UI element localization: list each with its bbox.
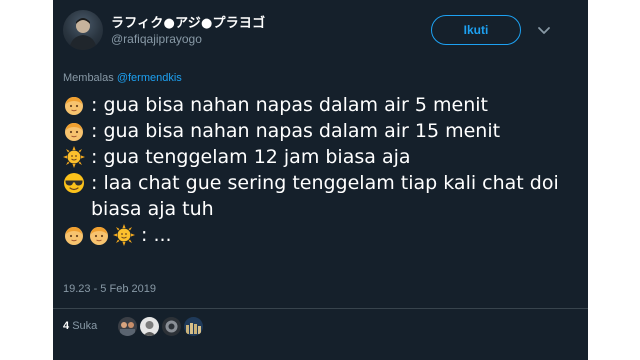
author-avatar[interactable] [63, 10, 103, 50]
follow-button-label: Ikuti [463, 23, 489, 37]
tweet-line: : gua bisa nahan napas dalam air 15 meni… [63, 118, 563, 144]
tweet-line: : gua tenggelam 12 jam biasa aja [63, 144, 563, 170]
smiling-face-with-sunglasses-icon [63, 172, 85, 194]
tweet-timestamp[interactable]: 19.23 - 5 Feb 2019 [63, 283, 156, 295]
likes-count[interactable]: 4 Suka [63, 320, 97, 332]
sun-with-face-icon [63, 146, 85, 168]
tweet-line: : gua bisa nahan napas dalam air 5 menit [63, 92, 563, 118]
tweet-line-text: : gua tenggelam 12 jam biasa aja [91, 146, 411, 168]
reply-prefix: Membalas [63, 72, 114, 84]
tweet-line-text: : laa chat gue sering tenggelam tiap kal… [91, 172, 559, 220]
tweet-line: : laa chat gue sering tenggelam tiap kal… [63, 170, 563, 222]
tweet-line-text: : gua bisa nahan napas dalam air 5 menit [91, 94, 488, 116]
chevron-down-icon[interactable] [537, 23, 551, 37]
liker-avatars [118, 317, 203, 336]
reply-context: Membalas @fermendkis [63, 72, 182, 84]
liker-avatar[interactable] [140, 317, 159, 336]
liker-avatar[interactable] [162, 317, 181, 336]
reply-handle-link[interactable]: @fermendkis [117, 72, 182, 84]
person-face-icon [88, 224, 110, 246]
tweet-line-text: : gua bisa nahan napas dalam air 15 meni… [91, 120, 501, 142]
likes-label: Suka [72, 320, 98, 332]
divider [53, 308, 588, 309]
person-face-icon [63, 94, 85, 116]
author-display-name[interactable]: ラフィク●アジ●プラヨゴ [111, 12, 265, 31]
tweet-line-text: : ... [141, 224, 172, 246]
follow-button[interactable]: Ikuti [431, 15, 521, 45]
liker-avatar[interactable] [184, 317, 203, 336]
emoji-group [63, 224, 135, 246]
sun-with-face-icon [113, 224, 135, 246]
likes-number: 4 [63, 320, 70, 332]
tweet-line: : ... [63, 222, 563, 248]
person-face-icon [63, 224, 85, 246]
tweet-text: : gua bisa nahan napas dalam air 5 menit… [63, 92, 563, 248]
tweet-card: ラフィク●アジ●プラヨゴ @rafiqajiprayogo Ikuti Memb… [53, 0, 588, 360]
liker-avatar[interactable] [118, 317, 137, 336]
person-face-icon [63, 120, 85, 142]
tweet-header: ラフィク●アジ●プラヨゴ @rafiqajiprayogo Ikuti [53, 0, 588, 60]
author-username[interactable]: @rafiqajiprayogo [111, 32, 202, 46]
